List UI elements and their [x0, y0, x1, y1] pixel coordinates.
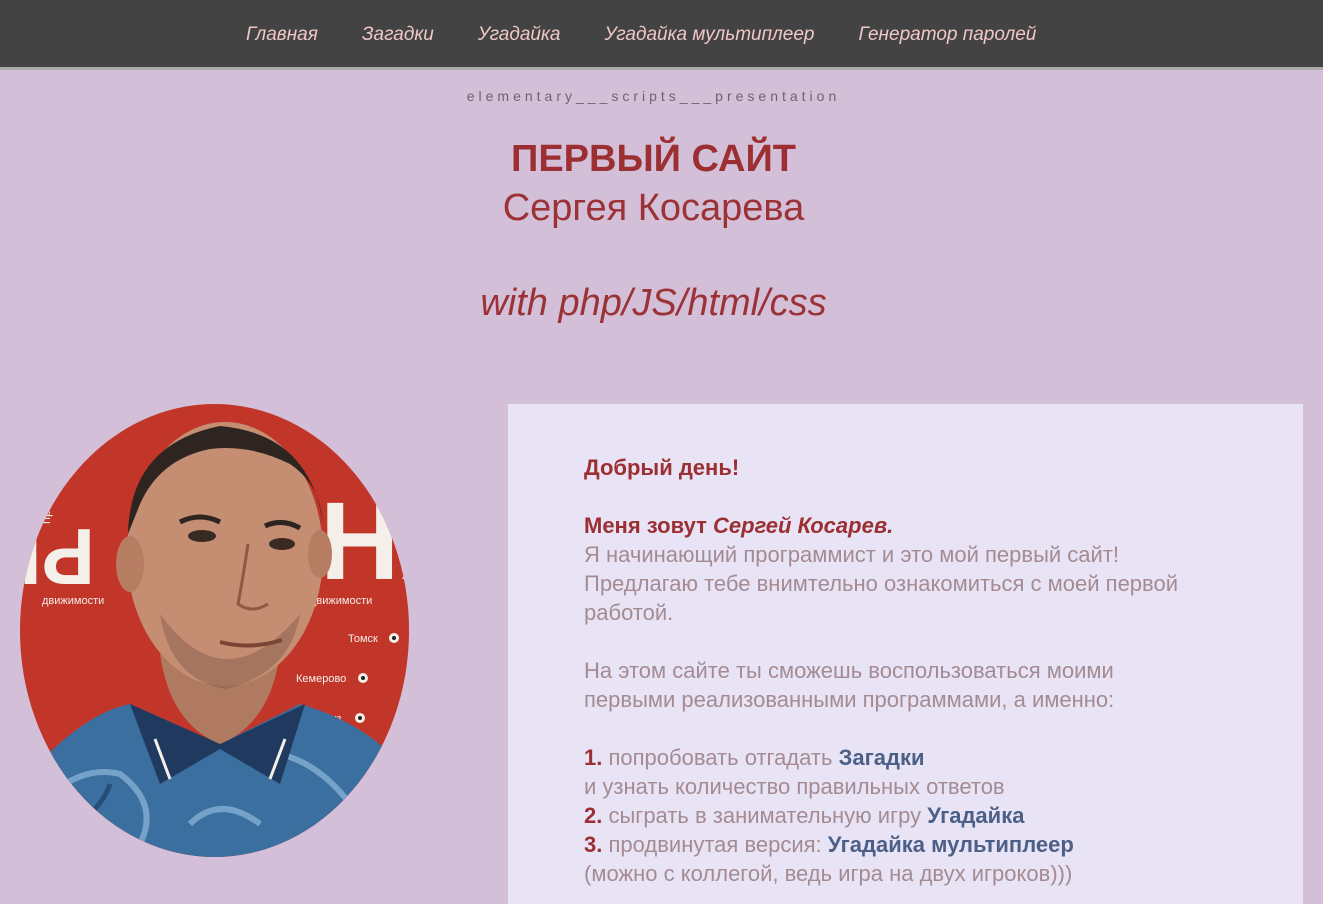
- page-subtitle: Сергея Косарева: [502, 187, 805, 229]
- author-photo-drawing: НА РІ продав движимости движимости Томск…: [20, 404, 409, 857]
- poster-city-1: Томск: [348, 633, 378, 645]
- nav-link-password-generator[interactable]: Генератор паролей: [858, 24, 1036, 46]
- poster-city-2: Кемерово: [296, 673, 346, 685]
- nav-link-guess-multiplayer[interactable]: Угадайка мультиплеер: [605, 24, 815, 46]
- list-item-tail: (можно с коллегой, ведь игра на двух игр…: [584, 861, 1073, 886]
- intro-line-1: Я начинающий программист и это мой первы…: [584, 542, 1120, 567]
- author-photo: НА РІ продав движимости движимости Томск…: [20, 404, 409, 857]
- list-number: 2.: [584, 803, 603, 828]
- list-text: попробовать отгадать: [608, 745, 833, 770]
- intro-line-3: работой.: [584, 600, 674, 625]
- list-text: продвинутая версия:: [608, 832, 822, 857]
- list-item: 3. продвинутая версия: Угадайка мультипл…: [584, 830, 1284, 859]
- intro-text: Добрый день! Меня зовут Сергей Косарев. …: [584, 453, 1284, 888]
- name-line: Меня зовут Сергей Косарев.: [584, 511, 1284, 540]
- nav-link-riddles[interactable]: Загадки: [362, 24, 434, 46]
- poster-text-vertical: продав: [38, 481, 53, 524]
- list-item: 1. попробовать отгадать Загадки: [584, 743, 1284, 772]
- guess-link[interactable]: Угадайка: [927, 803, 1024, 828]
- intro-line-5: первыми реализованными программами, а им…: [584, 687, 1115, 712]
- site-tagline: elementary___scripts___presentation: [466, 88, 841, 104]
- name-prefix: Меня зовут: [584, 513, 707, 538]
- poster-text-right: движимости: [310, 595, 372, 607]
- top-navbar: Главная Загадки Угадайка Угадайка мульти…: [0, 0, 1323, 70]
- nav-menu: Главная Загадки Угадайка Угадайка мульти…: [246, 0, 1036, 70]
- guess-multiplayer-link[interactable]: Угадайка мультиплеер: [828, 832, 1074, 857]
- riddles-link[interactable]: Загадки: [839, 745, 925, 770]
- list-item-tail: и узнать количество правильных ответов: [584, 774, 1005, 799]
- intro-card: Добрый день! Меня зовут Сергей Косарев. …: [508, 404, 1303, 904]
- poster-text-left: движимости: [42, 595, 104, 607]
- list-text: сыграть в занимательную игру: [608, 803, 922, 828]
- list-number: 3.: [584, 832, 603, 857]
- nav-link-guess[interactable]: Угадайка: [478, 24, 561, 46]
- intro-line-2: Предлагаю тебе внимтельно ознакомиться с…: [584, 571, 1178, 596]
- poster-letters-mirrored: РІ: [20, 512, 95, 601]
- list-item: 2. сыграть в занимательную игру Угадайка: [584, 801, 1284, 830]
- poster-letters: НА: [320, 480, 409, 603]
- greeting: Добрый день!: [584, 455, 740, 480]
- page-title: ПЕРВЫЙ САЙТ: [511, 138, 796, 180]
- intro-line-4: На этом сайте ты сможешь воспользоваться…: [584, 658, 1114, 683]
- author-name: Сергей Косарев.: [713, 513, 894, 538]
- nav-link-home[interactable]: Главная: [246, 24, 318, 46]
- tech-stack-line: with php/JS/html/css: [480, 282, 827, 324]
- list-number: 1.: [584, 745, 603, 770]
